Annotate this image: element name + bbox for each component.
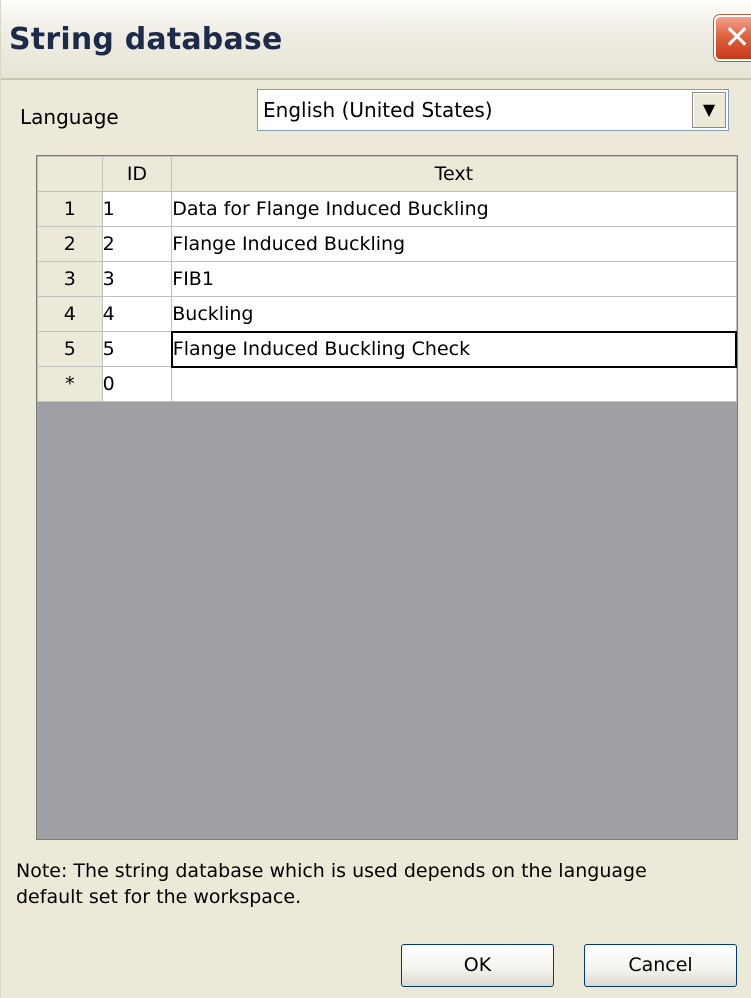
language-label: Language [20, 105, 119, 129]
id-cell[interactable]: 0 [101, 366, 173, 402]
row-header[interactable]: 4 [37, 296, 103, 332]
language-select-value: English (United States) [263, 98, 493, 122]
string-database-dialog: String database ✕ Language English (Unit… [0, 0, 751, 998]
new-row-header[interactable]: * [37, 366, 103, 402]
row-header[interactable]: 2 [37, 226, 103, 262]
text-cell[interactable]: Buckling [171, 296, 737, 332]
text-cell[interactable]: Data for Flange Induced Buckling [171, 191, 737, 227]
active-text-cell[interactable]: Flange Induced Buckling Check [170, 330, 738, 368]
close-icon: ✕ [723, 18, 751, 56]
row-header[interactable]: 3 [37, 261, 103, 297]
id-cell[interactable]: 5 [101, 331, 173, 367]
language-select[interactable]: English (United States) ▼ [257, 89, 729, 131]
text-cell[interactable] [171, 366, 737, 402]
window-title: String database [9, 22, 283, 57]
column-header-text[interactable]: Text [171, 156, 737, 192]
ok-button[interactable]: OK [401, 944, 554, 987]
table-row[interactable]: 5 5 Flange Induced Buckling Check [37, 330, 738, 368]
id-cell[interactable]: 3 [101, 261, 173, 297]
table-row[interactable]: 3 3 FIB1 [37, 261, 737, 297]
dropdown-button[interactable]: ▼ [692, 92, 726, 128]
text-cell[interactable]: FIB1 [171, 261, 737, 297]
table-row[interactable]: 1 1 Data for Flange Induced Buckling [37, 191, 737, 227]
id-cell[interactable]: 2 [101, 226, 173, 262]
column-header-id[interactable]: ID [101, 156, 173, 192]
id-cell[interactable]: 1 [101, 191, 173, 227]
table-row[interactable]: 4 4 Buckling [37, 296, 737, 332]
header-row: ID Text [37, 156, 737, 192]
id-cell[interactable]: 4 [101, 296, 173, 332]
text-cell[interactable]: Flange Induced Buckling [171, 226, 737, 262]
row-header[interactable]: 1 [37, 191, 103, 227]
title-bar[interactable]: String database ✕ [1, 0, 751, 80]
string-table: ID Text 1 1 Data for Flange Induced Buck… [37, 156, 738, 402]
new-row[interactable]: * 0 [37, 366, 737, 402]
chevron-down-icon: ▼ [702, 100, 716, 119]
table-row[interactable]: 2 2 Flange Induced Buckling [37, 226, 737, 262]
note-text: Note: The string database which is used … [16, 860, 647, 908]
close-button[interactable]: ✕ [714, 15, 751, 61]
cancel-button[interactable]: Cancel [584, 944, 737, 987]
corner-header[interactable] [37, 156, 103, 192]
string-grid[interactable]: ID Text 1 1 Data for Flange Induced Buck… [36, 155, 738, 840]
row-header[interactable]: 5 [37, 331, 103, 367]
